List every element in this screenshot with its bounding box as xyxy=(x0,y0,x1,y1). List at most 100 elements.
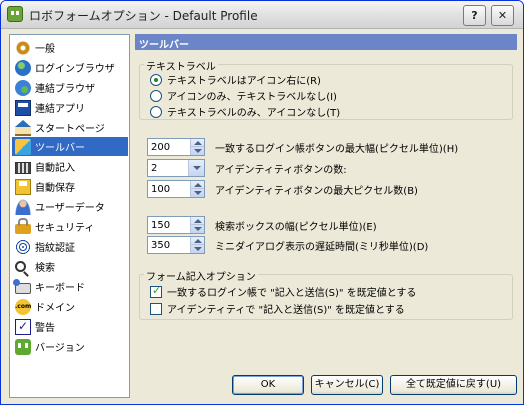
checkbox[interactable] xyxy=(150,284,162,298)
sidebar-item-label: バージョン xyxy=(35,343,85,354)
sidebar-item-label: 指紋認証 xyxy=(35,243,75,254)
roboform-app-icon xyxy=(7,6,23,22)
checkbox-login-fill-submit[interactable]: 一致するログイン帳で "記入と送信(S)" を既定値とする xyxy=(150,284,416,299)
sidebar-item-label: キーボード xyxy=(35,283,85,294)
sidebar-item-label: ログインブラウザ xyxy=(35,64,115,75)
sidebar-item-start-page[interactable]: スタートページ xyxy=(12,118,128,137)
search-icon xyxy=(15,261,26,272)
sidebar-item-label: 一般 xyxy=(35,44,55,55)
sidebar-item-warnings[interactable]: 警告 xyxy=(12,317,128,336)
fingerprint-icon xyxy=(15,238,31,255)
sidebar-item-fingerprint[interactable]: 指紋認証 xyxy=(12,237,128,256)
spinner-arrows[interactable] xyxy=(190,181,204,197)
identity-max-width-spinner[interactable]: 100 xyxy=(147,180,205,198)
identity-count-row: 2 アイデンティティボタンの数: xyxy=(147,159,347,177)
sidebar-item-domain[interactable]: .com ドメイン xyxy=(12,297,128,316)
radio-button[interactable] xyxy=(150,73,162,86)
radio-label: アイコンのみ、テキストラベルなし(I) xyxy=(167,92,337,103)
gear-icon xyxy=(15,39,31,56)
mini-dialog-delay-spinner[interactable]: 350 xyxy=(147,236,205,254)
field-label: ミニダイアログ表示の遅延時間(ミリ秒単位)(D) xyxy=(215,241,429,253)
sidebar-item-label: 自動記入 xyxy=(35,163,75,174)
spinner-value[interactable]: 100 xyxy=(151,184,170,195)
radio-label: テキストラベルはアイコン右に(R) xyxy=(167,76,321,87)
spinner-value[interactable]: 200 xyxy=(151,142,170,153)
toolbar-settings-panel: ツールバー テキストラベル テキストラベルはアイコン右に(R) アイコンのみ、テ… xyxy=(135,34,517,370)
sidebar-item-version[interactable]: バージョン xyxy=(12,337,128,356)
lock-icon xyxy=(15,218,31,234)
max-login-width-spinner[interactable]: 200 xyxy=(147,138,205,156)
toolbar-icon xyxy=(15,138,31,155)
radio-button[interactable] xyxy=(150,89,162,102)
identity-count-select[interactable]: 2 xyxy=(147,159,205,177)
roboform-icon xyxy=(15,338,31,355)
spinner-value[interactable]: 350 xyxy=(151,240,170,251)
sidebar-item-autosave[interactable]: 自動保存 xyxy=(12,177,128,196)
sidebar-item-general[interactable]: 一般 xyxy=(12,38,128,57)
spinner-arrows[interactable] xyxy=(190,217,204,233)
disk-icon xyxy=(15,178,31,195)
chevron-down-icon[interactable] xyxy=(188,160,204,176)
globe-icon xyxy=(15,79,31,96)
cancel-button[interactable]: キャンセル(C) xyxy=(311,375,383,395)
sidebar-item-login-browser[interactable]: ログインブラウザ xyxy=(12,58,128,77)
help-button[interactable]: ? xyxy=(463,5,486,26)
options-category-tree[interactable]: 一般 ログインブラウザ 連結ブラウザ 連結アプリ スタートページ ツールバー 自… xyxy=(9,34,130,398)
identity-max-width-row: 100 アイデンティティボタンの最大ピクセル数(B) xyxy=(147,180,418,198)
sidebar-item-autofill[interactable]: 自動記入 xyxy=(12,157,128,176)
domain-icon: .com xyxy=(15,298,31,315)
warning-check-icon xyxy=(15,318,31,335)
radio-text-only[interactable]: テキストラベルのみ、アイコンなし(T) xyxy=(150,104,340,119)
field-label: アイデンティティボタンの数: xyxy=(215,164,347,176)
group-title: フォーム記入オプション xyxy=(144,268,258,283)
checkbox[interactable] xyxy=(150,302,162,315)
sidebar-item-linked-apps[interactable]: 連結アプリ xyxy=(12,98,128,117)
search-width-spinner[interactable]: 150 xyxy=(147,216,205,234)
radio-label: テキストラベルのみ、アイコンなし(T) xyxy=(167,108,341,119)
close-button[interactable]: ✕ xyxy=(491,5,514,26)
options-window: ロボフォームオプション - Default Profile ? ✕ 一般 ログイ… xyxy=(0,0,524,405)
window-title: ロボフォームオプション - Default Profile xyxy=(29,9,258,23)
sidebar-item-label: ユーザーデータ xyxy=(35,203,105,214)
radio-text-right[interactable]: テキストラベルはアイコン右に(R) xyxy=(150,72,321,87)
ok-button[interactable]: OK xyxy=(232,375,304,395)
home-icon xyxy=(15,119,31,136)
mini-dialog-delay-row: 350 ミニダイアログ表示の遅延時間(ミリ秒単位)(D) xyxy=(147,236,428,254)
sidebar-item-label: ドメイン xyxy=(35,303,75,314)
user-icon xyxy=(15,198,31,215)
radio-button[interactable] xyxy=(150,105,162,118)
sidebar-item-search[interactable]: 検索 xyxy=(12,257,128,276)
globe-icon xyxy=(15,59,31,76)
sidebar-item-keyboard[interactable]: キーボード xyxy=(12,277,128,296)
spinner-arrows[interactable] xyxy=(190,237,204,253)
group-title: テキストラベル xyxy=(144,58,218,73)
sidebar-item-label: 自動保存 xyxy=(35,183,75,194)
app-window-icon xyxy=(15,99,31,116)
spinner-arrows[interactable] xyxy=(190,139,204,155)
keyboard-icon xyxy=(13,278,31,294)
sidebar-item-label: 連結ブラウザ xyxy=(35,84,95,95)
sidebar-item-linked-browser[interactable]: 連結ブラウザ xyxy=(12,78,128,97)
sidebar-item-label: 連結アプリ xyxy=(35,104,85,115)
field-label: アイデンティティボタンの最大ピクセル数(B) xyxy=(215,185,418,197)
form-fill-group: フォーム記入オプション 一致するログイン帳で "記入と送信(S)" を既定値とす… xyxy=(139,268,513,320)
checkbox-identity-fill-submit[interactable]: アイデンティティで "記入と送信(S)" を既定値とする xyxy=(150,301,405,316)
sidebar-item-security[interactable]: セキュリティ xyxy=(12,217,128,236)
sidebar-item-label: セキュリティ xyxy=(35,223,95,234)
panel-title: ツールバー xyxy=(135,34,517,51)
sidebar-item-user-data[interactable]: ユーザーデータ xyxy=(12,197,128,216)
search-width-row: 150 検索ボックスの幅(ピクセル単位)(E) xyxy=(147,216,377,234)
sidebar-item-toolbar[interactable]: ツールバー xyxy=(12,137,128,156)
sidebar-item-label: ツールバー xyxy=(35,143,85,154)
spinner-value[interactable]: 150 xyxy=(151,220,170,231)
field-label: 一致するログイン帳ボタンの最大幅(ピクセル単位)(H) xyxy=(215,143,459,155)
text-label-group: テキストラベル テキストラベルはアイコン右に(R) アイコンのみ、テキストラベル… xyxy=(139,58,513,120)
sidebar-item-label: 警告 xyxy=(35,323,55,334)
checkbox-label: アイデンティティで "記入と送信(S)" を既定値とする xyxy=(167,305,405,316)
field-label: 検索ボックスの幅(ピクセル単位)(E) xyxy=(215,221,377,233)
title-bar[interactable]: ロボフォームオプション - Default Profile ? ✕ xyxy=(1,1,523,29)
reset-defaults-button[interactable]: 全て既定値に戻す(U) xyxy=(390,375,517,395)
select-value[interactable]: 2 xyxy=(151,163,157,174)
max-login-width-row: 200 一致するログイン帳ボタンの最大幅(ピクセル単位)(H) xyxy=(147,138,458,156)
radio-icon-only[interactable]: アイコンのみ、テキストラベルなし(I) xyxy=(150,88,337,103)
